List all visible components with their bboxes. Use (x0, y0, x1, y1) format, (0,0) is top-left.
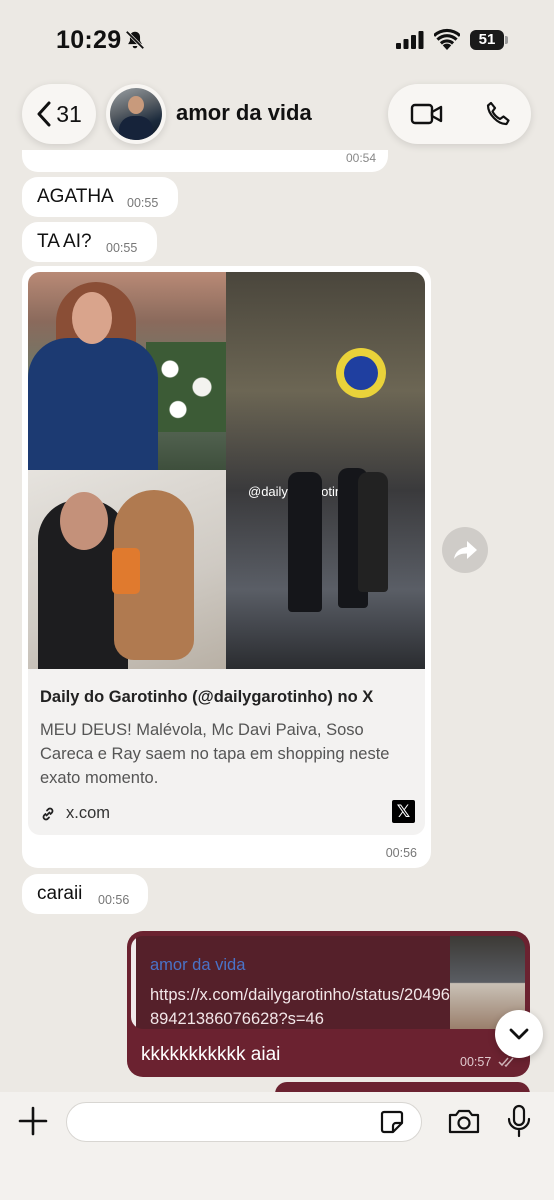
quote-text: https://x.com/dailygarotinho/status/2049… (150, 986, 450, 1028)
preview-image: @dailydogarotinho (28, 272, 425, 669)
contact-avatar[interactable] (106, 84, 166, 144)
link-description: MEU DEUS! Malévola, Mc Davi Paiva, Soso … (40, 721, 390, 787)
battery-icon: 51 (470, 30, 508, 50)
sticker-icon[interactable] (379, 1109, 405, 1135)
back-button[interactable]: 31 (22, 84, 96, 144)
link-domain: x.com (66, 804, 111, 822)
message-input[interactable] (66, 1102, 422, 1142)
message-text: TA AI? (37, 231, 92, 252)
link-preview[interactable]: @dailydogarotinho Daily do Garotinho (@d… (28, 272, 425, 835)
photo-woman-glasses (28, 272, 226, 470)
camera-icon[interactable] (447, 1107, 481, 1135)
message-composer (0, 1092, 554, 1200)
message-text: AGATHA (37, 186, 114, 207)
x-logo-icon: 𝕏 (392, 800, 415, 823)
incoming-message[interactable]: AGATHA 00:55 (22, 177, 178, 217)
message-time: 00:57 (460, 1055, 492, 1069)
chevron-down-icon (509, 1028, 529, 1040)
message-time: 00:55 (106, 241, 138, 255)
quote-author: amor da vida (150, 956, 246, 974)
message-text: caraii (37, 883, 83, 904)
link-icon (42, 807, 54, 821)
incoming-message[interactable]: caraii 00:56 (22, 874, 148, 914)
quoted-message[interactable]: amor da vida https://x.com/dailygarotinh… (131, 936, 525, 1029)
unread-count: 31 (56, 100, 82, 127)
photo-couple (28, 470, 226, 669)
message-time: 00:55 (127, 196, 159, 210)
photo-shopping-mall: @dailydogarotinho (226, 272, 425, 669)
message-text: kkkkkkkkkkk aiai (141, 1044, 281, 1065)
forward-arrow-icon (454, 541, 477, 559)
outgoing-message[interactable]: amor da vida https://x.com/dailygarotinh… (127, 931, 530, 1077)
video-call-icon[interactable] (410, 100, 444, 128)
message-time: 00:56 (98, 893, 130, 907)
incoming-message[interactable]: TA AI? 00:55 (22, 222, 157, 262)
signal-icon (396, 31, 424, 49)
link-preview-message[interactable]: @dailydogarotinho Daily do Garotinho (@d… (22, 266, 431, 868)
scroll-to-bottom-button[interactable] (495, 1010, 543, 1058)
microphone-icon[interactable] (506, 1104, 532, 1138)
link-title: Daily do Garotinho (@dailygarotinho) no … (40, 688, 374, 706)
phone-call-icon[interactable] (484, 100, 512, 128)
message-time: 00:56 (385, 846, 417, 860)
contact-name[interactable]: amor da vida (176, 100, 312, 126)
partial-message: 00:54 (22, 150, 388, 172)
message-time: 00:54 (345, 151, 376, 165)
status-time: 10:29 (56, 26, 122, 54)
plus-icon[interactable] (18, 1106, 48, 1136)
battery-level: 51 (470, 30, 504, 50)
forward-button[interactable] (442, 527, 488, 573)
wifi-icon (434, 28, 460, 50)
bell-slash-icon (125, 30, 145, 50)
chevron-left-icon (37, 101, 51, 127)
status-bar: 10:29 51 (0, 0, 554, 80)
call-actions (388, 84, 531, 144)
